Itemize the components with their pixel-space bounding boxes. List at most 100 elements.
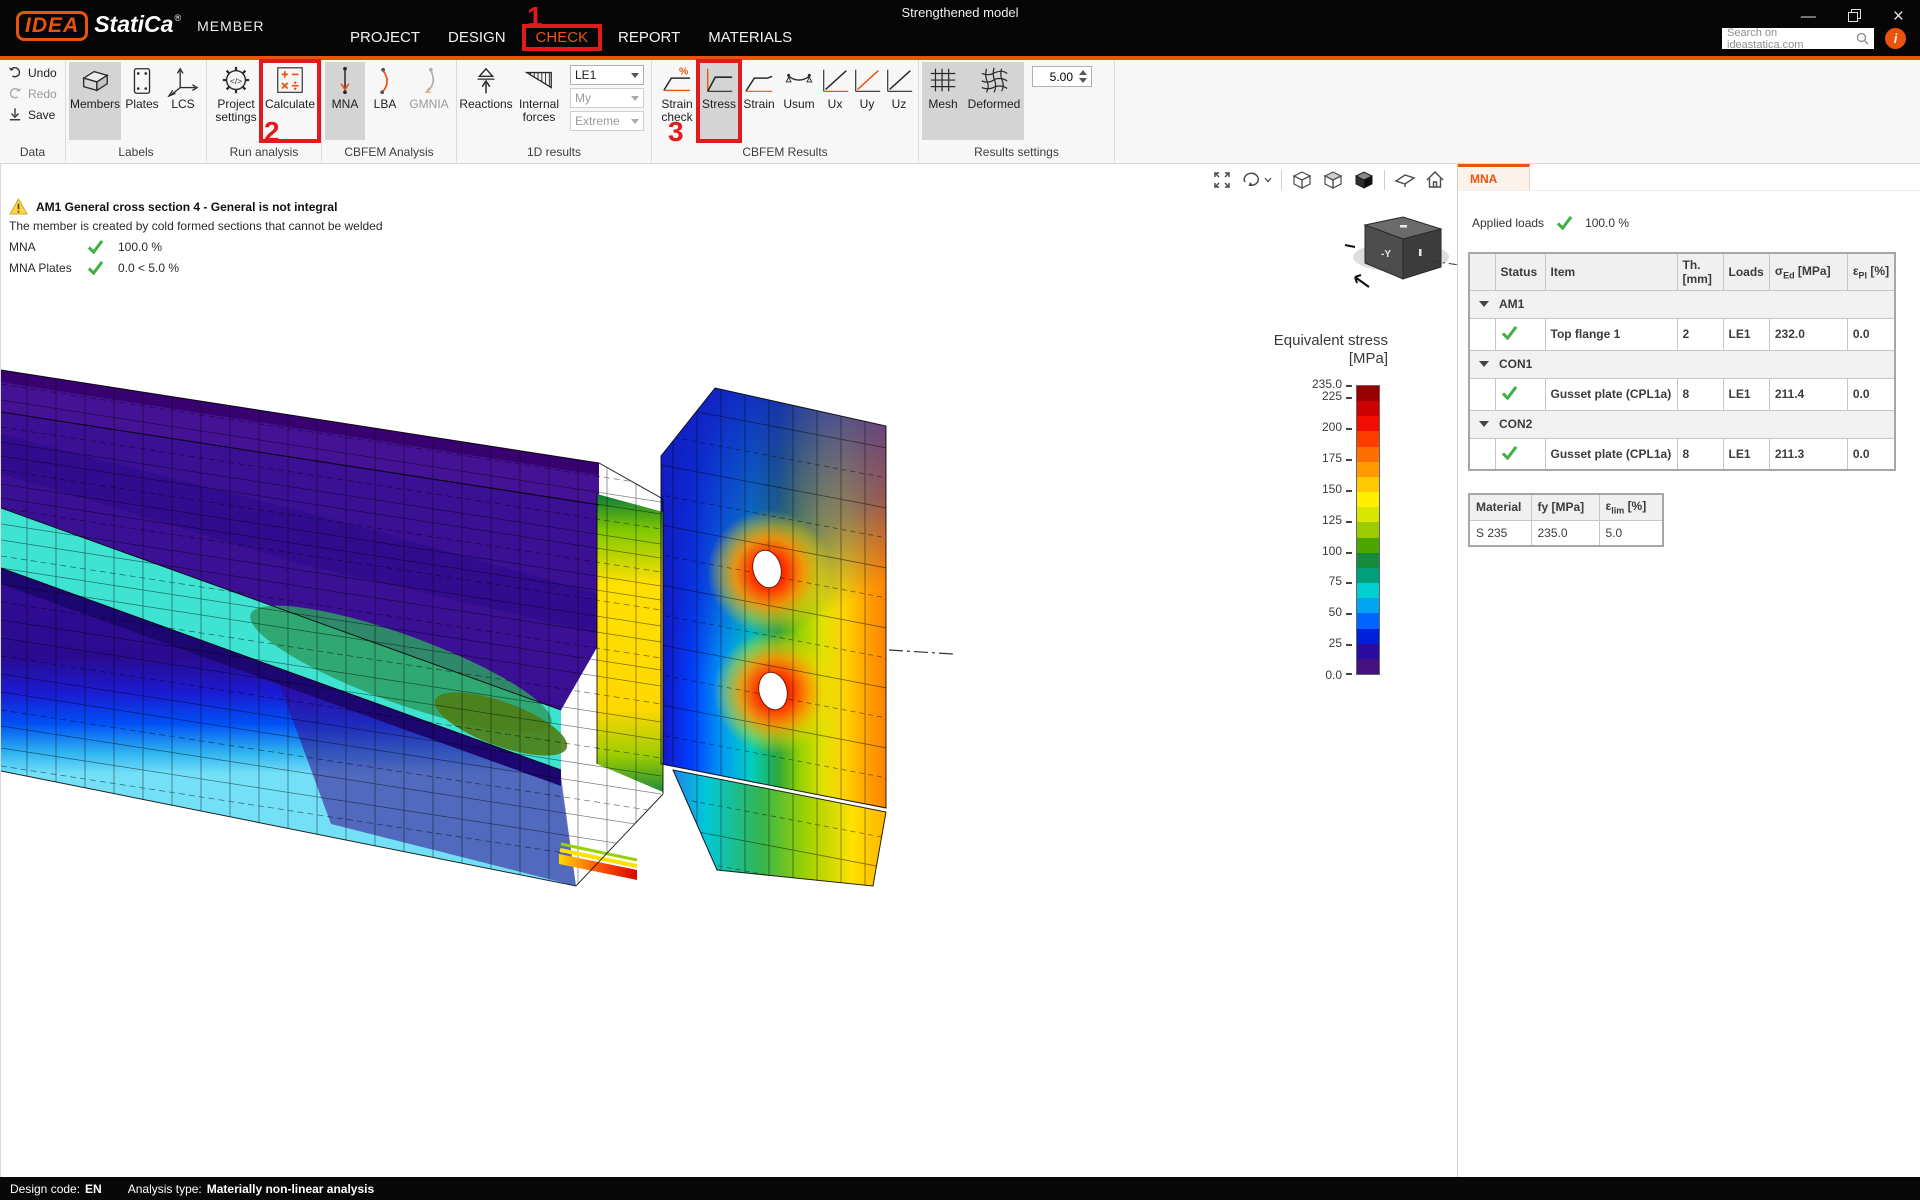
- tab-mna-results[interactable]: MNA: [1458, 164, 1530, 190]
- reactions-button[interactable]: Reactions: [460, 62, 512, 140]
- viewport-toolbar: [1212, 170, 1445, 190]
- cell-loads: LE1: [1723, 438, 1769, 470]
- clipping-plane-icon[interactable]: [1394, 171, 1416, 189]
- stress-icon: [703, 65, 735, 97]
- strain-button[interactable]: Strain: [739, 62, 779, 140]
- status-check-icon: [1501, 445, 1518, 460]
- close-button[interactable]: ×: [1893, 10, 1904, 24]
- ux-button[interactable]: Ux: [819, 62, 851, 140]
- save-icon: [8, 108, 22, 121]
- minimize-button[interactable]: —: [1801, 10, 1816, 24]
- legend-title: Equivalent stress: [1256, 332, 1388, 350]
- ux-label: Ux: [828, 98, 843, 111]
- internal-forces-button[interactable]: Internal forces: [512, 62, 566, 140]
- project-settings-button[interactable]: </> Project settings: [210, 62, 262, 140]
- stress-button[interactable]: Stress: [699, 62, 739, 140]
- group-row-am1[interactable]: AM1: [1469, 290, 1895, 318]
- search-icon: [1856, 32, 1869, 45]
- members-button[interactable]: Members: [69, 62, 121, 140]
- table-row[interactable]: Top flange 1 2 LE1 232.0 0.0: [1469, 318, 1895, 350]
- applied-loads-row: Applied loads 100.0 %: [1472, 215, 1920, 230]
- usum-button[interactable]: Usum: [779, 62, 819, 140]
- tab-project[interactable]: PROJECT: [336, 26, 434, 49]
- group-row-con1[interactable]: CON1: [1469, 350, 1895, 378]
- table-row[interactable]: Gusset plate (CPL1a) 8 LE1 211.4 0.0: [1469, 378, 1895, 410]
- deformed-label: Deformed: [968, 98, 1021, 111]
- main-menu: PROJECT DESIGN CHECK REPORT MATERIALS: [336, 24, 806, 51]
- calculate-label: Calculate: [265, 98, 315, 111]
- strain-icon: [743, 65, 775, 97]
- project-settings-label: Project settings: [210, 98, 262, 124]
- warning-title: AM1 General cross section 4 - General is…: [36, 200, 337, 214]
- cell-sigma: 232.0: [1769, 318, 1847, 350]
- status-check-icon: [1501, 325, 1518, 340]
- mna-button[interactable]: MNA: [325, 62, 365, 140]
- beam-member[interactable]: [1, 370, 663, 898]
- legend-tick: 125: [1322, 513, 1342, 527]
- home-view-icon[interactable]: [1425, 170, 1445, 190]
- stepper-down-icon[interactable]: [1079, 78, 1087, 83]
- collapse-arrow-icon[interactable]: [1479, 301, 1489, 307]
- strain-check-icon: %: [661, 65, 693, 97]
- members-label: Members: [70, 98, 120, 111]
- plates-button[interactable]: Plates: [121, 62, 163, 140]
- mna-plates-check-value: 0.0 < 5.0 %: [118, 261, 179, 275]
- strain-label: Strain: [743, 98, 774, 111]
- undo-label: Undo: [28, 66, 57, 80]
- group-row-con2[interactable]: CON2: [1469, 410, 1895, 438]
- results-panel: MNA Applied loads 100.0 % Status Item Th…: [1457, 164, 1920, 1177]
- ribbon: Undo Redo Save Data: [0, 56, 1920, 164]
- lba-label: LBA: [374, 98, 397, 111]
- fem-model-canvas[interactable]: -Y: [1, 164, 1458, 1177]
- collapse-arrow-icon[interactable]: [1479, 421, 1489, 427]
- navigation-cube[interactable]: -Y: [1345, 217, 1458, 287]
- stepper-up-icon[interactable]: [1079, 70, 1087, 75]
- toolbar-divider: [1384, 170, 1385, 190]
- rotate-view-button[interactable]: [1241, 170, 1272, 190]
- table-row[interactable]: Gusset plate (CPL1a) 8 LE1 211.3 0.0: [1469, 438, 1895, 470]
- tab-report[interactable]: REPORT: [604, 26, 694, 49]
- model-viewport[interactable]: -Y AM1 General cross section 4 - General…: [0, 164, 1457, 1177]
- shaded-edges-view-icon[interactable]: [1322, 170, 1344, 190]
- uy-button[interactable]: Uy: [851, 62, 883, 140]
- material-header-row: Material fy [MPa] εlim [%]: [1469, 494, 1663, 520]
- legend-tick: 25: [1329, 636, 1342, 650]
- gmnia-button[interactable]: GMNIA: [405, 62, 453, 140]
- ribbon-group-labels: Members Plates LCS Labe: [66, 60, 207, 163]
- wireframe-view-icon[interactable]: [1291, 170, 1313, 190]
- lcs-button[interactable]: LCS: [163, 62, 203, 140]
- info-button[interactable]: i: [1885, 28, 1906, 49]
- extreme-select[interactable]: Extreme: [570, 111, 644, 131]
- undo-button[interactable]: Undo: [4, 62, 61, 83]
- uz-button[interactable]: Uz: [883, 62, 915, 140]
- header-item: Item: [1545, 253, 1677, 290]
- force-component-select[interactable]: My: [570, 88, 644, 108]
- check-icon: [87, 260, 104, 275]
- warning-message: The member is created by cold formed sec…: [9, 219, 383, 233]
- deformed-button[interactable]: Deformed: [964, 62, 1024, 140]
- cell-eps-lim: 5.0: [1599, 520, 1663, 546]
- tab-materials[interactable]: MATERIALS: [694, 26, 806, 49]
- lba-button[interactable]: LBA: [365, 62, 405, 140]
- header-loads: Loads: [1723, 253, 1769, 290]
- save-button[interactable]: Save: [4, 104, 59, 125]
- redo-button[interactable]: Redo: [4, 83, 61, 104]
- zoom-fit-icon[interactable]: [1212, 170, 1232, 190]
- ribbon-group-1d-results: Reactions Internal forces LE1 My: [457, 60, 652, 163]
- solid-view-icon[interactable]: [1353, 170, 1375, 190]
- mesh-button[interactable]: Mesh: [922, 62, 964, 140]
- applied-loads-value: 100.0 %: [1585, 216, 1629, 230]
- tab-design[interactable]: DESIGN: [434, 26, 520, 49]
- gusset-plate[interactable]: [656, 374, 887, 898]
- cell-item: Gusset plate (CPL1a): [1545, 378, 1677, 410]
- deformed-scale-stepper[interactable]: 5.00: [1032, 66, 1092, 87]
- load-case-select[interactable]: LE1: [570, 65, 644, 85]
- chevron-down-icon: [1264, 177, 1272, 183]
- group-label-cbfem-analysis: CBFEM Analysis: [322, 145, 456, 163]
- chevron-down-icon: [631, 96, 639, 101]
- collapse-arrow-icon[interactable]: [1479, 361, 1489, 367]
- calculate-icon: [274, 65, 306, 97]
- chevron-down-icon: [631, 119, 639, 124]
- restore-button[interactable]: [1848, 9, 1861, 25]
- search-input[interactable]: Search on ideastatica.com: [1722, 28, 1874, 49]
